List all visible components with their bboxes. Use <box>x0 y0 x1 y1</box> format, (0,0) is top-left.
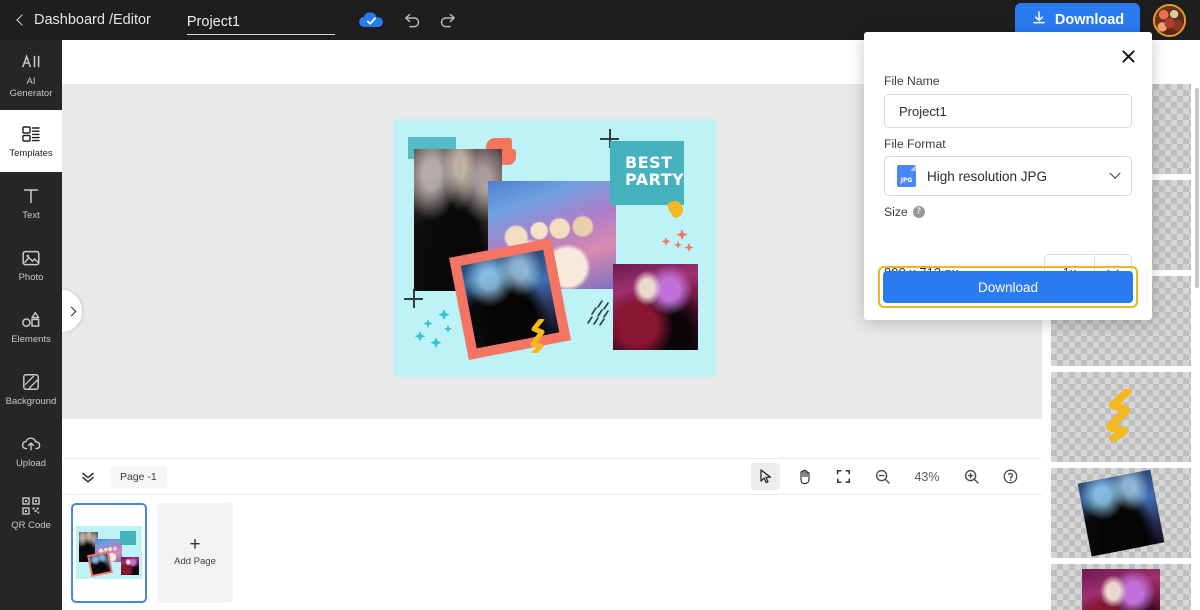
page-1-preview <box>76 526 142 579</box>
templates-icon <box>20 123 42 145</box>
sidebar-label-photo: Photo <box>18 271 44 283</box>
yellow-moon-shape <box>666 201 683 218</box>
cloud-check-icon[interactable] <box>357 10 387 30</box>
sidebar-item-templates[interactable]: Templates <box>0 96 62 186</box>
add-page-button[interactable]: + Add Page <box>157 502 233 603</box>
breadcrumb-dashboard-editor[interactable]: Dashboard /Editor <box>16 12 151 28</box>
best-party-text-line2: PARTY <box>625 170 685 189</box>
sidebar-label-ai-generator-line1: AI <box>26 75 36 87</box>
qr-code-icon <box>20 495 42 517</box>
size-row-label: Size ? <box>884 205 925 219</box>
canvas-toolbar: Page -1 43% <box>62 458 1042 495</box>
file-format-label: File Format <box>884 137 946 151</box>
ai-generator-icon <box>20 51 42 73</box>
sidebar-label-text: Text <box>22 209 40 221</box>
cyan-sparkles-decoration <box>414 305 470 353</box>
yellow-zigzag-shape <box>529 316 549 356</box>
help-circle-icon[interactable] <box>996 463 1025 490</box>
download-confirm-label: Download <box>977 279 1039 295</box>
chevron-down-icon-format <box>1109 167 1121 179</box>
zoom-out-icon[interactable] <box>868 463 897 490</box>
size-label: Size <box>884 205 908 219</box>
photo-icon <box>20 247 42 269</box>
jpg-file-icon: JPG <box>897 165 916 187</box>
file-name-value: Project1 <box>899 103 947 119</box>
layer-thumb-5-stage-photo[interactable] <box>1051 468 1191 558</box>
sidebar-item-upload[interactable]: Upload <box>0 420 62 482</box>
hand-pan-icon[interactable] <box>790 463 819 490</box>
pages-strip: + Add Page <box>62 495 1042 610</box>
file-format-value: High resolution JPG <box>927 168 1048 184</box>
chevron-right-icon <box>66 306 76 316</box>
coral-sparkles-decoration <box>656 227 696 263</box>
mini-best-badge <box>120 531 136 545</box>
sidebar-label-ai-generator-line2: Generator <box>9 87 53 99</box>
design-canvas[interactable]: BEST PARTY <box>394 119 716 377</box>
sidebar-label-templates: Templates <box>9 147 53 159</box>
sidebar-item-photo[interactable]: Photo <box>0 234 62 296</box>
editor-app: Dashboard /Editor Project1 Download AI G… <box>0 0 1200 610</box>
sidebar-label-elements: Elements <box>11 333 51 345</box>
sidebar-label-qr-code: QR Code <box>11 519 51 531</box>
text-icon <box>20 185 42 207</box>
layers-scrollbar[interactable] <box>1195 88 1199 288</box>
project-tab[interactable]: Project1 <box>186 5 335 35</box>
layer-thumb-6-drummer-photo[interactable] <box>1051 564 1191 610</box>
chevron-left-icon <box>16 14 28 26</box>
redo-icon[interactable] <box>437 9 459 31</box>
upload-cloud-icon <box>20 433 42 455</box>
undo-icon[interactable] <box>401 9 423 31</box>
drummer-photo[interactable] <box>613 264 698 350</box>
download-confirm-button[interactable]: Download <box>883 271 1133 303</box>
plus-icon: + <box>189 534 201 555</box>
sidebar-item-background[interactable]: Background <box>0 358 62 420</box>
breadcrumb-label: Dashboard /Editor <box>34 12 151 28</box>
page-1-thumbnail[interactable] <box>71 502 147 603</box>
file-format-select[interactable]: JPG High resolution JPG <box>884 156 1132 196</box>
sidebar-item-text[interactable]: Text <box>0 172 62 234</box>
page-chip[interactable]: Page -1 <box>110 465 167 488</box>
sidebar-label-background: Background <box>5 395 57 407</box>
mini-drums-photo <box>121 557 139 575</box>
project-tab-label: Project1 <box>186 14 241 30</box>
download-confirm-highlight: Download <box>878 266 1138 308</box>
double-chevron-down-icon[interactable] <box>78 467 98 487</box>
fit-screen-icon[interactable] <box>829 463 858 490</box>
cursor-select-icon[interactable] <box>751 463 780 490</box>
close-icon[interactable] <box>1118 46 1138 66</box>
mini-stage-photo <box>89 553 111 575</box>
speed-lines-decoration <box>586 299 614 327</box>
user-avatar[interactable] <box>1153 4 1186 37</box>
avatar-image <box>1155 6 1184 35</box>
file-name-label: File Name <box>884 74 940 88</box>
stage-photo-art <box>1077 469 1165 557</box>
background-icon <box>20 371 42 393</box>
sidebar-item-qr-code[interactable]: QR Code <box>0 482 62 544</box>
download-icon <box>1031 10 1047 30</box>
zoom-tools: 43% <box>746 463 1042 490</box>
sidebar-label-upload: Upload <box>15 457 47 469</box>
add-page-label: Add Page <box>174 556 216 567</box>
elements-icon <box>20 309 42 331</box>
file-name-input[interactable]: Project1 <box>884 94 1132 128</box>
left-sidebar: AI Generator Templates Text Photo Elemen… <box>0 40 62 610</box>
drummer-photo-art <box>1082 569 1160 610</box>
zoom-level-label: 43% <box>914 469 940 484</box>
help-circle-icon-size[interactable]: ? <box>912 206 925 218</box>
yellow-zigzag-art <box>1104 386 1138 446</box>
layer-thumb-4-yellow-zigzag[interactable] <box>1051 372 1191 462</box>
download-button-label: Download <box>1054 11 1125 28</box>
sidebar-item-elements[interactable]: Elements <box>0 296 62 358</box>
zoom-in-icon[interactable] <box>957 463 986 490</box>
